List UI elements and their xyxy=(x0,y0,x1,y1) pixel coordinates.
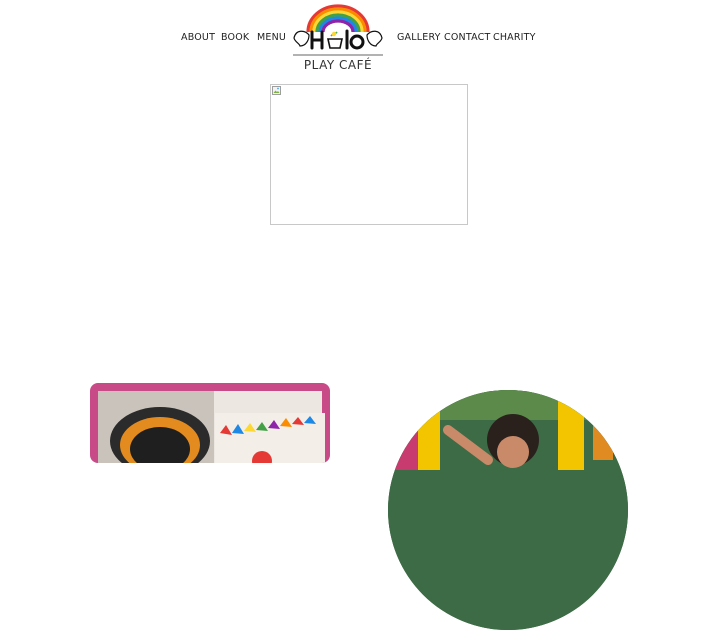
site-header: ABOUT BOOK MENU PLAY CAFÉ GALLERY CONTAC… xyxy=(0,0,720,80)
logo-subtitle: PLAY CAFÉ xyxy=(303,58,373,72)
rainbow-logo-icon xyxy=(293,4,383,56)
nav-book-link[interactable]: BOOK xyxy=(221,32,249,43)
cup-icon xyxy=(327,31,343,49)
nav-contact-link[interactable]: CONTACT xyxy=(444,32,490,43)
nav-about-link[interactable]: ABOUT xyxy=(181,32,215,43)
nav-charity-link[interactable]: CHARITY xyxy=(493,32,536,43)
broken-image-icon xyxy=(272,86,281,95)
site-logo[interactable]: PLAY CAFÉ xyxy=(290,2,386,76)
feature-photo-left xyxy=(90,383,330,463)
feature-photo-right xyxy=(388,390,628,630)
nav-menu-link[interactable]: MENU xyxy=(257,32,286,43)
hero-image-placeholder xyxy=(270,84,468,225)
nav-gallery-link[interactable]: GALLERY xyxy=(397,32,441,43)
